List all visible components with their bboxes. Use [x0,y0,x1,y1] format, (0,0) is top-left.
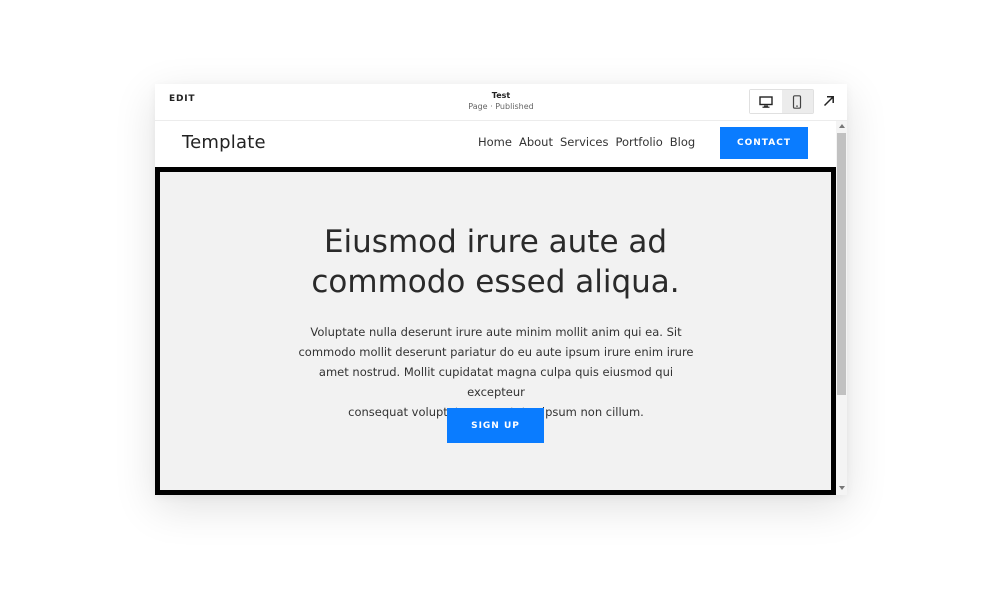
mobile-view-button[interactable] [781,90,813,113]
hero-title-line: Eiusmod irure aute ad [323,224,668,260]
nav-link-services[interactable]: Services [560,135,609,149]
page-info: Test Page · Published [155,90,847,112]
device-toggle [749,89,814,114]
desktop-view-button[interactable] [750,90,782,113]
hero-body-line: amet nostrud. Mollit cupidatat magna cul… [318,365,674,399]
editor-window: EDIT Test Page · Published Template Home… [155,84,847,495]
site-nav: Home About Services Portfolio Blog [478,135,702,149]
open-external-button[interactable] [819,91,839,111]
page-status: Page · Published [468,102,534,111]
site-header: Template Home About Services Portfolio B… [155,121,836,166]
site-logo[interactable]: Template [182,132,266,153]
nav-link-about[interactable]: About [519,135,553,149]
hero-title-line: commodo essed aliqua. [311,264,680,300]
hero-body-line: Voluptate nulla deserunt irure aute mini… [310,325,682,339]
hero-section[interactable]: Eiusmod irure aute ad commodo essed aliq… [155,167,836,495]
scroll-down-arrow-icon[interactable] [839,486,845,490]
scroll-thumb[interactable] [837,133,846,395]
hero-title: Eiusmod irure aute ad commodo essed aliq… [160,222,831,302]
sign-up-button[interactable]: SIGN UP [447,408,544,443]
nav-link-blog[interactable]: Blog [670,135,695,149]
arrow-up-right-icon [823,96,834,107]
hero-body-line: commodo mollit deserunt pariatur do eu a… [298,345,694,359]
desktop-icon [759,95,773,108]
editor-toolbar: EDIT Test Page · Published [155,84,847,121]
hero-body: Voluptate nulla deserunt irure aute mini… [290,322,702,422]
page-title: Test [491,91,511,100]
nav-link-portfolio[interactable]: Portfolio [615,135,662,149]
mobile-icon [793,94,802,109]
scrollbar[interactable] [836,121,847,495]
nav-link-home[interactable]: Home [478,135,512,149]
scroll-up-arrow-icon[interactable] [839,124,845,128]
contact-button[interactable]: CONTACT [720,127,808,159]
